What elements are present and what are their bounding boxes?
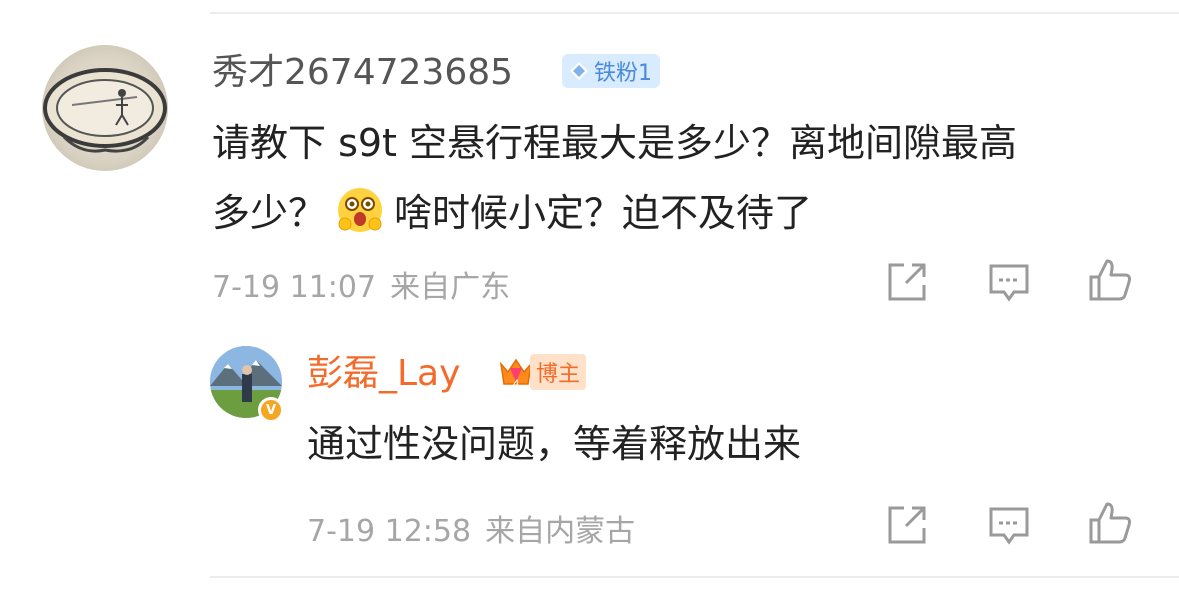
crown-level-number: 4: [513, 378, 519, 390]
comment-location: 来自广东: [390, 270, 511, 305]
comment-text-line1: 请教下 s9t 空悬行程最大是多少？离地间隙最高: [212, 121, 1018, 165]
bottom-divider: [210, 576, 1179, 578]
reply-username[interactable]: 彭磊_Lay: [307, 354, 460, 394]
comment-icon: [989, 264, 1029, 302]
comment-timestamp: 7-19 11:07: [212, 270, 377, 305]
like-icon: [1089, 502, 1131, 544]
diamond-icon: [570, 62, 588, 80]
blogger-badge[interactable]: 4 博主: [492, 354, 594, 390]
like-button[interactable]: [1087, 257, 1133, 303]
blogger-badge-label: 博主: [530, 354, 587, 390]
share-icon: [888, 263, 926, 301]
reply-timestamp: 7-19 12:58: [307, 514, 472, 549]
reply-meta: 7-19 12:58 来自内蒙古: [307, 506, 635, 550]
avatar[interactable]: [42, 45, 168, 171]
reply-location: 来自内蒙古: [485, 514, 636, 549]
verified-icon: V: [258, 397, 284, 423]
avatar-image: [43, 68, 167, 153]
reply-text: 通过性没问题，等着释放出来: [307, 422, 802, 466]
comment-text-part: 啥时候小定？迫不及待了: [394, 191, 813, 235]
comment-meta: 7-19 11:07 来自广东: [212, 262, 510, 306]
comment-username[interactable]: 秀才2674723685: [212, 53, 513, 93]
comment-text: 请教下 s9t 空悬行程最大是多少？离地间隙最高 多少？ 啥时候小定？迫不及待了: [212, 108, 1162, 248]
comment-text-part: 多少？: [212, 191, 327, 235]
comment-text-line2: 多少？ 啥时候小定？迫不及待了: [212, 178, 1162, 248]
top-divider: [210, 12, 1179, 14]
crown-level-icon: 4: [499, 358, 533, 390]
like-icon: [1089, 259, 1131, 301]
fan-badge[interactable]: 铁粉1: [562, 54, 660, 88]
reply-comment-button[interactable]: [986, 502, 1032, 548]
reply-share-button[interactable]: [884, 502, 930, 548]
surprised-emoji-icon: [338, 188, 383, 232]
reply-like-button[interactable]: [1087, 500, 1133, 546]
share-button[interactable]: [884, 259, 930, 305]
comment-icon: [989, 507, 1029, 545]
fan-badge-label: 铁粉1: [594, 61, 652, 86]
share-icon: [888, 506, 926, 544]
comment-button[interactable]: [986, 259, 1032, 305]
